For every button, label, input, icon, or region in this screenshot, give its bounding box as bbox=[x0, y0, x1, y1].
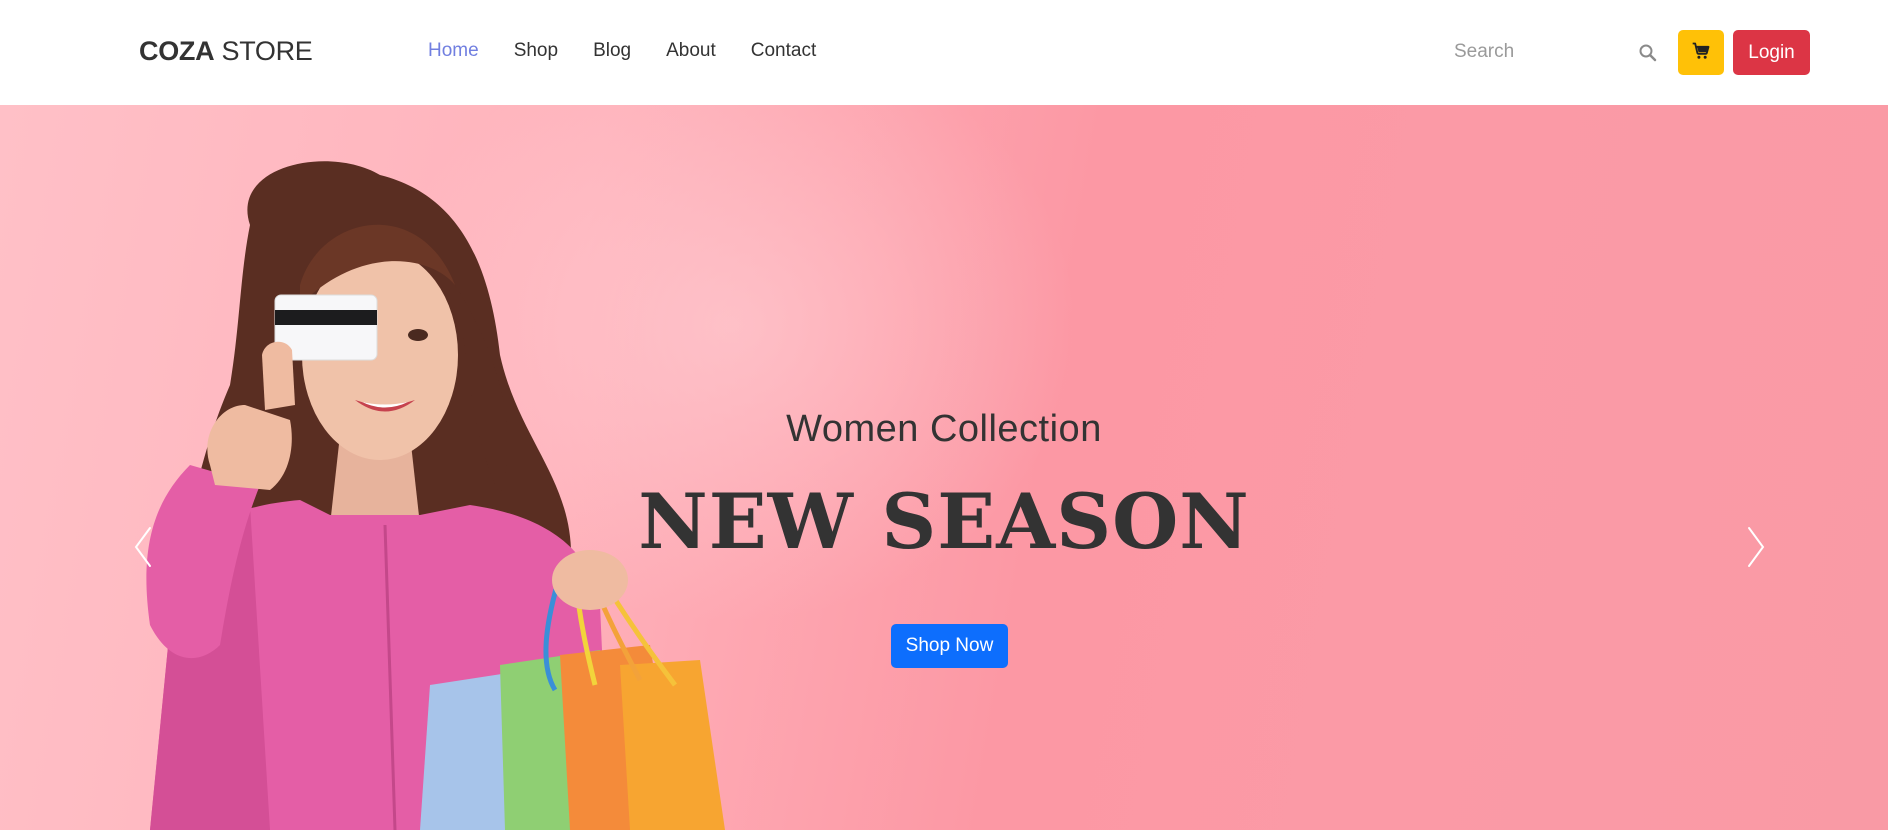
logo-bold-text: COZA bbox=[139, 36, 215, 66]
cart-icon bbox=[1691, 41, 1711, 64]
nav-home[interactable]: Home bbox=[428, 40, 479, 62]
main-nav: Home Shop Blog About Contact bbox=[428, 40, 816, 62]
nav-shop[interactable]: Shop bbox=[514, 40, 558, 62]
chevron-left-icon[interactable] bbox=[128, 522, 158, 572]
site-header: COZA STORE Home Shop Blog About Contact … bbox=[0, 0, 1888, 105]
login-button[interactable]: Login bbox=[1733, 30, 1810, 75]
logo-regular-text: STORE bbox=[214, 36, 313, 66]
logo[interactable]: COZA STORE bbox=[139, 36, 313, 67]
nav-blog[interactable]: Blog bbox=[593, 40, 631, 62]
chevron-right-icon[interactable] bbox=[1741, 522, 1771, 572]
hero-subtitle: Women Collection bbox=[786, 408, 1102, 450]
hero-slider: Women Collection NEW SEASON Shop Now bbox=[0, 105, 1888, 830]
cart-button[interactable] bbox=[1678, 30, 1724, 75]
nav-contact[interactable]: Contact bbox=[751, 40, 816, 62]
search-box bbox=[1446, 30, 1646, 74]
shop-now-button[interactable]: Shop Now bbox=[891, 624, 1008, 668]
search-input[interactable] bbox=[1446, 41, 1616, 63]
nav-about[interactable]: About bbox=[666, 40, 716, 62]
hero-image bbox=[146, 161, 725, 830]
search-icon[interactable] bbox=[1636, 41, 1660, 65]
hero-title: NEW SEASON bbox=[638, 477, 1250, 566]
